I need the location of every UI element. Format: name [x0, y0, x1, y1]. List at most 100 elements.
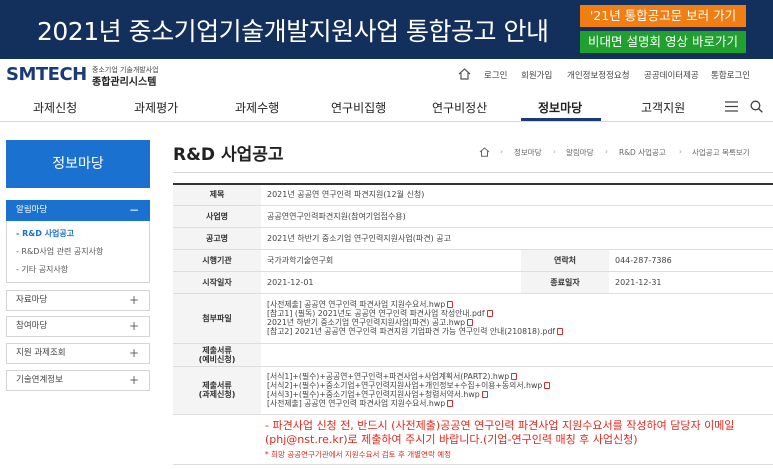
gnb-task-apply[interactable]: 과제신청: [33, 99, 77, 116]
table-row: 제출서류 (예비신청): [173, 343, 773, 367]
value-notice: 2021년 하반기 중소기업 연구인력지원사업(파견) 공고: [261, 227, 773, 250]
value-submit-prelim: [261, 343, 773, 367]
sidebar-item-notice[interactable]: 알림마당 −: [6, 200, 150, 221]
attachment-name[interactable]: [참고2] 2021년 공공연 연구인력 파견지원 기업파견 가능 연구인력 안…: [267, 327, 555, 336]
notice-footnote: * 희망 공공연구기관에서 지원수요서 검토 후 개별연락 예정: [265, 449, 452, 459]
gnb-task-evaluation[interactable]: 과제평가: [134, 99, 178, 116]
breadcrumb-item[interactable]: 알림마당: [566, 147, 594, 158]
notice-message: - 파견사업 신청 전, 반드시 (사전제출)공공연 연구인력 파견사업 지원수…: [265, 418, 735, 446]
signup-link[interactable]: 회원가입: [521, 69, 552, 81]
top-banner: 2021년 중소기업기술개발지원사업 통합공고 안내 '21년 통합공고문 보러…: [0, 0, 773, 59]
value-agency: 국가과학기술연구회: [261, 249, 521, 272]
table-row: 공고명 2021년 하반기 중소기업 연구인력지원사업(파견) 공고: [173, 227, 773, 250]
value-start: 2021-12-01: [261, 271, 521, 294]
sidebar-sub-rnd-notice[interactable]: - R&D사업 관련 공지사항: [16, 246, 103, 257]
form-file-name[interactable]: [서식3]+(필수)+중소기업+연구인력지원사업+청렴서약서.hwp: [267, 390, 480, 399]
table-row: 제출서류 (과제신청) [서식1]+(필수)+공공연+연구인력+파견사업+사업계…: [173, 366, 773, 415]
logo[interactable]: SMTECH: [6, 64, 87, 85]
file-icon: [467, 319, 474, 326]
file-icon: [557, 328, 564, 335]
gnb-support[interactable]: 고객지원: [641, 99, 685, 116]
attachment-name[interactable]: [사전제출] 공공연 연구인력 파견사업 지원수요서.hwp: [267, 300, 445, 309]
table-row: 사업명 공공연연구인력파견지원(참여기업접수용): [173, 205, 773, 228]
plus-icon: +: [128, 346, 139, 360]
home-icon[interactable]: [458, 68, 471, 80]
sidebar-submenu: - R&D 사업공고 - R&D사업 관련 공지사항 - 기타 공지사항: [6, 221, 150, 283]
gnb-task-execution[interactable]: 과제수행: [235, 99, 279, 116]
attachment-link[interactable]: [참고1] (필독) 2021년도 공공연 연구인력 파견사업 작성안내.pdf: [267, 309, 773, 318]
attachment-name[interactable]: 2021년 하반기 중소기업 연구인력지원사업(파견) 공고.hwp: [267, 318, 465, 327]
breadcrumb-item[interactable]: R&D 사업공고: [619, 147, 666, 158]
sidebar-item-label: 자료마당: [16, 295, 48, 305]
form-file-name[interactable]: [사전제출] 공공연 연구인력 파견사업 지원수요서.hwp: [267, 399, 445, 408]
sidebar-item-label: 기술연계정보: [16, 375, 63, 385]
sidebar-item-label: 참여마당: [16, 321, 48, 331]
task-file-list: [서식1]+(필수)+공공연+연구인력+파견사업+사업계획서(PART2).hw…: [261, 366, 773, 415]
header-divider: [0, 121, 773, 122]
unified-login-link[interactable]: 통합로그인: [711, 69, 750, 81]
label-submit-prelim: 제출서류 (예비신청): [173, 343, 261, 367]
form-file-link[interactable]: [서식3]+(필수)+중소기업+연구인력지원사업+청렴서약서.hwp: [267, 390, 773, 399]
breadcrumb-home-icon[interactable]: [479, 147, 490, 157]
sidebar-sub-rnd-announcement[interactable]: - R&D 사업공고: [16, 228, 74, 239]
search-icon[interactable]: [750, 100, 763, 113]
login-link[interactable]: 로그인: [484, 69, 507, 81]
video-button[interactable]: 비대면 설명회 영상 바로가기: [580, 31, 746, 53]
label-title: 제목: [173, 184, 261, 206]
notice-cell: - 파견사업 신청 전, 반드시 (사전제출)공공연 연구인력 파견사업 지원수…: [173, 414, 773, 465]
logo-subtitle-main: 종합관리시스템: [92, 77, 157, 88]
file-icon: [486, 310, 493, 317]
plus-icon: +: [128, 373, 139, 387]
form-file-name[interactable]: [서식2]+(필수)+중소기업+연구인력지원사업+개인정보+수집+이용+동의서.…: [267, 381, 542, 390]
label-contact: 연락처: [521, 249, 609, 272]
value-end: 2021-12-31: [609, 271, 773, 294]
gnb-settlement[interactable]: 연구비정산: [432, 99, 487, 116]
attachment-name[interactable]: [참고1] (필독) 2021년도 공공연 연구인력 파견사업 작성안내.pdf: [267, 309, 485, 318]
table-row: 첨부파일 [사전제출] 공공연 연구인력 파견사업 지원수요서.hwp [참고1…: [173, 293, 773, 344]
form-file-link[interactable]: [서식2]+(필수)+중소기업+연구인력지원사업+개인정보+수집+이용+동의서.…: [267, 381, 773, 390]
breadcrumb-item[interactable]: 정보마당: [514, 147, 542, 158]
plus-icon: +: [128, 319, 139, 333]
label-notice: 공고명: [173, 227, 261, 250]
sidebar-item-resources[interactable]: 자료마당 +: [6, 290, 150, 311]
attachment-link[interactable]: 2021년 하반기 중소기업 연구인력지원사업(파견) 공고.hwp: [267, 318, 773, 327]
gnb-info[interactable]: 정보마당: [538, 99, 582, 116]
value-business: 공공연연구인력파견지원(참여기업접수용): [261, 205, 773, 228]
sidebar-item-participation[interactable]: 참여마당 +: [6, 316, 150, 337]
label-line: (예비신청): [198, 354, 236, 364]
attachment-link[interactable]: [참고2] 2021년 공공연 연구인력 파견지원 기업파견 가능 연구인력 안…: [267, 327, 773, 336]
table-row: 시행기관 국가과학기술연구회 연락처 044-287-7386: [173, 249, 773, 272]
breadcrumb-chevron-icon: ›: [553, 147, 556, 156]
breadcrumb-chevron-icon: ›: [679, 147, 682, 156]
file-icon: [447, 301, 454, 308]
banner-title: 2021년 중소기업기술개발지원사업 통합공고 안내: [37, 17, 549, 46]
table-row: 제목 2021년 공공연 연구인력 파견지원(12월 신청): [173, 184, 773, 206]
breadcrumb-item[interactable]: 사업공고 목록보기: [692, 147, 750, 158]
breadcrumb-chevron-icon: ›: [500, 147, 503, 156]
sidebar-item-label: 지원 과제조회: [16, 348, 66, 358]
label-line: 제출서류: [202, 345, 232, 355]
form-file-link[interactable]: [서식1]+(필수)+공공연+연구인력+파견사업+사업계획서(PART2).hw…: [267, 372, 773, 381]
label-start: 시작일자: [173, 271, 261, 294]
table-row: - 파견사업 신청 전, 반드시 (사전제출)공공연 연구인력 파견사업 지원수…: [173, 414, 773, 465]
label-agency: 시행기관: [173, 249, 261, 272]
gnb-expense[interactable]: 연구비집행: [331, 99, 386, 116]
attachment-link[interactable]: [사전제출] 공공연 연구인력 파견사업 지원수요서.hwp: [267, 300, 773, 309]
label-line: 제출서류: [202, 381, 232, 390]
sidebar-title: 정보마당: [6, 140, 150, 188]
label-submit-task: 제출서류 (과제신청): [173, 366, 261, 415]
sidebar-item-task-search[interactable]: 지원 과제조회 +: [6, 343, 150, 364]
page-title: R&D 사업공고: [173, 145, 284, 165]
sidebar-item-tech-link[interactable]: 기술연계정보 +: [6, 370, 150, 391]
form-file-link[interactable]: [사전제출] 공공연 연구인력 파견사업 지원수요서.hwp: [267, 399, 773, 408]
plus-icon: +: [128, 293, 139, 307]
announcement-detail-table: 제목 2021년 공공연 연구인력 파견지원(12월 신청) 사업명 공공연연구…: [173, 183, 773, 465]
announcement-button[interactable]: '21년 통합공고문 보러 가기: [580, 5, 746, 27]
label-business: 사업명: [173, 205, 261, 228]
form-file-name[interactable]: [서식1]+(필수)+공공연+연구인력+파견사업+사업계획서(PART2).hw…: [267, 372, 509, 381]
public-data-link[interactable]: 공공데이터제공: [644, 69, 699, 81]
privacy-request-link[interactable]: 개인정보정정요청: [567, 69, 630, 81]
label-line: (과제신청): [198, 390, 236, 399]
sidebar-sub-other-notice[interactable]: - 기타 공지사항: [16, 264, 68, 275]
menu-icon[interactable]: [725, 101, 738, 112]
